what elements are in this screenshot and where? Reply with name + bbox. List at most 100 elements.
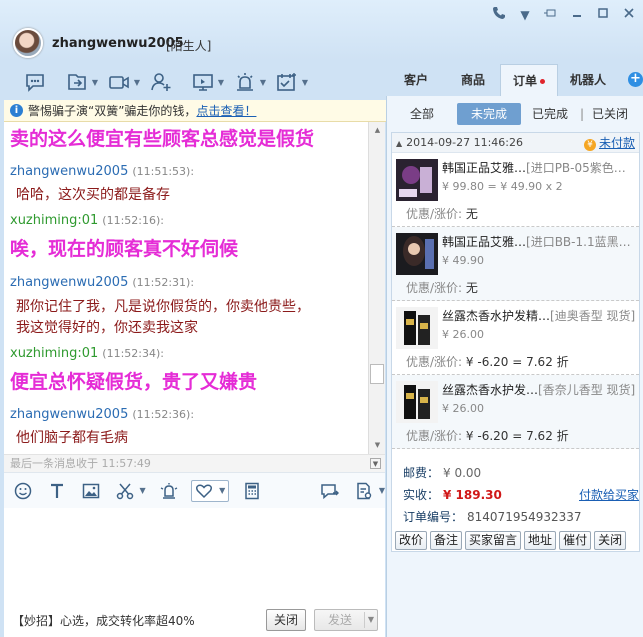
discount-row: 优惠/涨价: 无 [406,279,478,296]
message-sender[interactable]: zhangwenwu2005 [10,164,128,179]
message-sender[interactable]: xuzhiming:01 [10,213,98,228]
chat-bubble-icon[interactable] [22,71,48,93]
order-status-text: 未付款 [598,136,635,150]
filter-all[interactable]: 全部 [387,103,457,125]
close-icon[interactable] [621,7,637,22]
product-spec: [迪奥香型 现货] [550,309,636,323]
favorite-selector[interactable]: ▼ [191,479,230,502]
product-price: ¥ 26.00 [442,328,484,341]
chevron-down-icon[interactable]: ▼ [370,458,381,469]
last-message-time: 最后一条消息收于 11:57:49 ▼ [4,454,385,472]
add-contact-icon[interactable] [148,71,174,93]
address-button[interactable]: 地址 [524,531,557,550]
order-item[interactable]: 韩国正品艾雅…[进口BB-1.1蓝黑… ¥ 49.90 优惠/涨价: 无 [392,227,639,301]
tab-robot[interactable]: 机器人 [558,64,618,96]
close-button[interactable]: 关闭 [266,609,306,631]
tab-order-label: 订单 [512,74,537,88]
order-item[interactable]: 丝露杰香水护发精…[迪奥香型 现货] ¥ 26.00 优惠/涨价: ¥ -6.2… [392,301,639,375]
maximize-icon[interactable] [595,7,611,22]
chevron-down-icon[interactable]: ▼ [368,610,374,630]
change-price-button[interactable]: 改价 [395,531,428,550]
chevron-down-icon[interactable]: ▼ [517,8,533,22]
tab-product[interactable]: 商品 [446,64,500,96]
product-thumbnail[interactable] [396,307,438,349]
scroll-up-icon[interactable]: ▲ [372,125,383,136]
product-spec: [进口BB-1.1蓝黑… [526,235,631,249]
message-text: 便宜总怀疑假货，贵了又嫌贵 [10,371,258,393]
video-call-icon[interactable]: ▼ [106,71,140,93]
filter-incomplete[interactable]: 未完成 [457,103,521,125]
font-icon[interactable] [46,480,68,502]
scroll-down-icon[interactable]: ▼ [372,440,383,451]
paid-value: ¥ 189.30 [443,488,502,502]
filter-completed[interactable]: 已完成 [521,103,579,125]
contact-name[interactable]: zhangwenwu2005 [52,36,184,51]
tab-customer[interactable]: 客户 [386,64,446,96]
phone-icon[interactable] [491,6,507,23]
product-title[interactable]: 丝露杰香水护发…[香奈儿香型 现货] [442,381,638,398]
tip-text[interactable]: 【妙招】心选，成交转化率超40% [12,612,195,629]
discount-label: 优惠/涨价: [406,355,463,369]
filter-closed[interactable]: 已关闭 [585,103,635,125]
message-header: zhangwenwu2005 (11:52:36): [10,407,194,422]
order-status-link[interactable]: ¥ 未付款 [583,133,635,153]
product-title[interactable]: 韩国正品艾雅…[进口BB-1.1蓝黑… [442,233,638,250]
note-button[interactable]: 备注 [430,531,463,550]
chevron-down-icon[interactable]: ▼ [139,486,145,495]
chevron-down-icon[interactable]: ▼ [134,78,140,87]
remind-payment-button[interactable]: 催付 [559,531,592,550]
chat-window: zhangwenwu2005 [陌生人] ▼ ▼ ▼ ▼ ▼ ▼ 客户 商品 订… [0,0,643,637]
chevron-up-icon[interactable]: ▲ [396,139,402,148]
product-title[interactable]: 韩国正品艾雅…[进口PB-05紫色… [442,159,638,176]
product-title[interactable]: 丝露杰香水护发精…[迪奥香型 现货] [442,307,638,324]
emoji-icon[interactable] [12,480,34,502]
send-button[interactable]: 发送 ▼ [314,609,378,631]
calculator-icon[interactable] [241,480,263,502]
chevron-down-icon[interactable]: ▼ [92,78,98,87]
file-transfer-icon[interactable]: ▼ [64,71,98,93]
message-input[interactable] [4,508,385,604]
chevron-down-icon[interactable]: ▼ [218,78,224,87]
calendar-task-icon[interactable]: ▼ [274,71,308,93]
close-order-button[interactable]: 关闭 [594,531,627,550]
add-tab-button[interactable]: + [628,72,643,87]
image-icon[interactable] [80,480,102,502]
stranger-tag: [陌生人] [166,39,212,53]
order-header[interactable]: ▲ 2014-09-27 11:46:26 ¥ 未付款 [392,133,639,153]
avatar[interactable] [13,28,43,58]
document-settings-icon[interactable] [353,480,375,502]
tab-order[interactable]: 订单 [500,64,558,96]
minimize-icon[interactable] [569,7,585,22]
product-name: 韩国正品艾雅… [442,235,527,249]
scissors-icon[interactable] [114,480,136,502]
chat-scrollbar[interactable]: ▲ ▼ [368,122,385,454]
scrollbar-thumb[interactable] [370,364,384,384]
chevron-down-icon[interactable]: ▼ [260,78,266,87]
screen-share-icon[interactable]: ▼ [190,71,224,93]
message-sender[interactable]: zhangwenwu2005 [10,275,128,290]
discount-label: 优惠/涨价: [406,281,463,295]
message-time: (11:51:53): [132,165,195,178]
pin-icon[interactable] [543,7,559,22]
buyer-message-button[interactable]: 买家留言 [465,531,522,550]
quick-reply-icon[interactable] [319,480,341,502]
order-item[interactable]: 韩国正品艾雅…[进口PB-05紫色… ¥ 99.80 = ¥ 49.90 x 2… [392,153,639,227]
order-number[interactable]: 814071954932337 [467,510,582,524]
pay-for-buyer-link[interactable]: 付款给买家 [579,486,639,503]
message-time: (11:52:16): [102,214,164,227]
shake-icon[interactable] [158,480,180,502]
product-thumbnail[interactable] [396,159,438,201]
order-item[interactable]: 丝露杰香水护发…[香奈儿香型 现货] ¥ 26.00 优惠/涨价: ¥ -6.2… [392,375,639,449]
side-panel-tabs: 客户 商品 订单 机器人 + [386,64,643,96]
chevron-down-icon[interactable]: ▼ [379,486,385,495]
message-sender[interactable]: xuzhiming:01 [10,346,98,361]
message-sender[interactable]: zhangwenwu2005 [10,407,128,422]
product-thumbnail[interactable] [396,381,438,423]
chevron-down-icon[interactable]: ▼ [302,78,308,87]
chevron-down-icon[interactable]: ▼ [219,486,225,495]
notice-link[interactable]: 点击查看！ [196,102,256,119]
alert-lamp-icon[interactable]: ▼ [232,71,266,93]
notice-text: 警惕骗子演“双簧”骗走你的钱， [28,104,197,118]
product-thumbnail[interactable] [396,233,438,275]
product-name: 丝露杰香水护发… [442,383,539,397]
